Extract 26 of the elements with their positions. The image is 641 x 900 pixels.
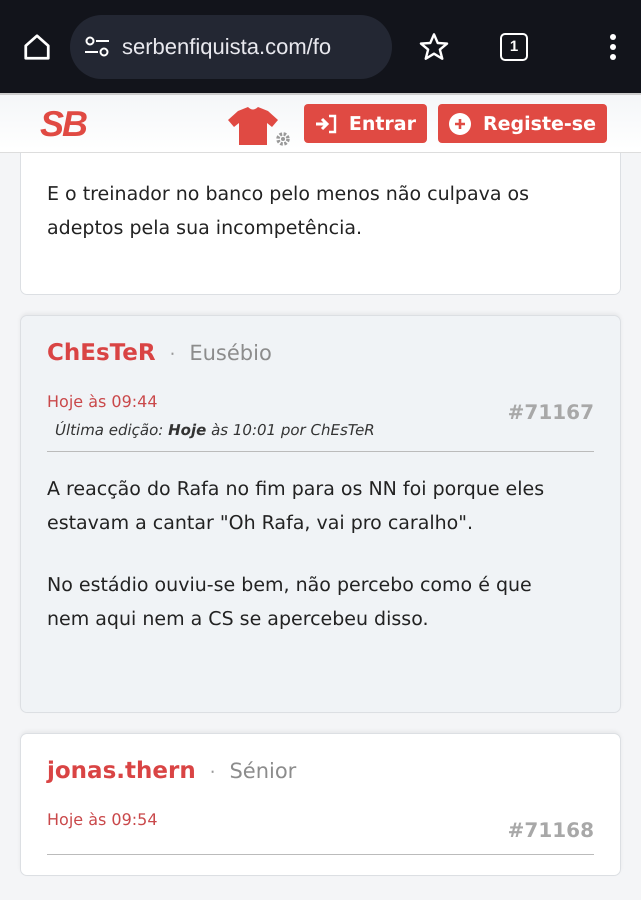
login-icon <box>314 114 337 134</box>
post-paragraph: A reacção do Rafa no fim para os NN foi porque eles estavam a cantar "Oh Rafa, vai pro caralho". <box>47 477 546 536</box>
home-icon[interactable] <box>22 32 52 62</box>
author-name[interactable]: ChEsTeR <box>47 340 156 366</box>
separator-dot: · <box>170 344 176 365</box>
tab-count[interactable]: 1 <box>500 32 528 60</box>
post-number[interactable]: #71168 <box>508 818 594 842</box>
post-time: Hoje às 09:44 <box>47 392 159 411</box>
user-rank: Eusébio <box>189 341 272 365</box>
site-settings-icon[interactable] <box>84 36 110 58</box>
user-rank: Sénior <box>229 759 296 783</box>
register-button[interactable]: Registe-se <box>438 104 607 143</box>
author-name[interactable]: jonas.thern <box>47 758 196 784</box>
plus-circle-icon <box>449 112 471 134</box>
address-bar[interactable]: serbenfiquista.com/fo <box>70 14 392 78</box>
separator-dot: · <box>210 762 216 783</box>
post-number[interactable]: #71167 <box>508 400 594 424</box>
post-paragraph: No estádio ouviu-se bem, não percebo como é que nem aqui nem a CS se apercebeu disso. <box>47 573 533 632</box>
menu-icon[interactable] <box>609 32 617 60</box>
post-time: Hoje às 09:54 <box>47 810 158 829</box>
star-icon[interactable] <box>418 30 450 62</box>
post-paragraph: E o treinador no banco pelo menos não culpava os adeptos pela sua incompetência. <box>47 182 530 241</box>
edit-note: Última edição: Hoje às 10:01 por ChEsTeR <box>54 421 375 439</box>
site-logo[interactable]: SB <box>40 102 86 144</box>
login-button[interactable]: Entrar <box>304 104 427 143</box>
url-text: serbenfiquista.com/fo <box>122 34 332 60</box>
